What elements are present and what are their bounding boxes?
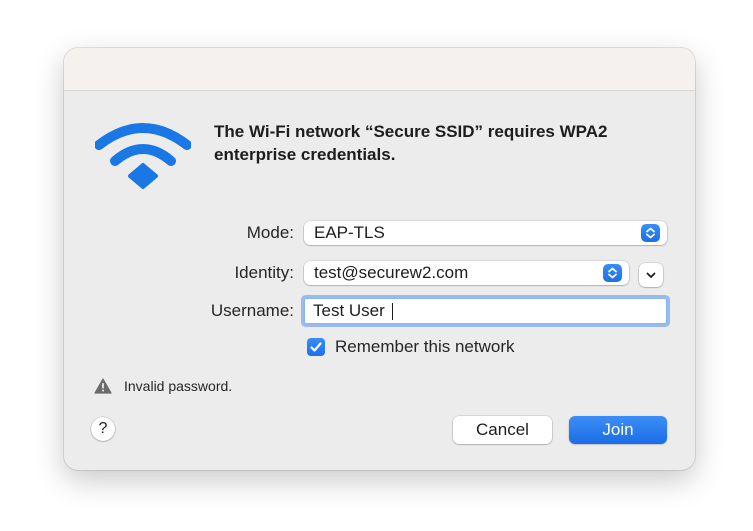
wifi-credentials-dialog: The Wi-Fi network “Secure SSID” requires… — [64, 48, 695, 470]
username-label: Username: — [210, 301, 294, 320]
mode-select[interactable]: EAP-TLS — [304, 221, 667, 245]
mode-select-value: EAP-TLS — [314, 223, 385, 242]
message-line-2: enterprise credentials. — [214, 145, 396, 164]
select-stepper-icon — [603, 264, 622, 282]
cancel-button[interactable]: Cancel — [453, 416, 552, 444]
remember-network-checkbox[interactable] — [307, 338, 325, 356]
identity-label: Identity: — [234, 263, 294, 282]
screen: The Wi-Fi network “Secure SSID” requires… — [0, 0, 753, 531]
remember-network-label[interactable]: Remember this network — [335, 335, 515, 359]
select-stepper-icon — [641, 224, 660, 242]
checkmark-icon — [310, 342, 322, 352]
identity-select-value: test@securew2.com — [314, 263, 469, 282]
message-line-1: The Wi-Fi network “Secure SSID” requires… — [214, 122, 608, 141]
join-button[interactable]: Join — [569, 416, 667, 444]
chevron-down-icon — [646, 272, 656, 278]
help-button[interactable]: ? — [91, 417, 115, 441]
identity-select[interactable]: test@securew2.com — [304, 261, 629, 285]
dialog-message: The Wi-Fi network “Secure SSID” requires… — [214, 120, 684, 166]
username-field-value: Test User — [313, 301, 385, 320]
text-caret — [392, 303, 393, 320]
warning-triangle-icon — [94, 378, 112, 394]
mode-label: Mode: — [246, 223, 294, 242]
identity-options-button[interactable] — [639, 263, 663, 287]
warning-text: Invalid password. — [124, 378, 233, 394]
wifi-icon — [94, 121, 192, 193]
dialog-titlebar — [64, 48, 695, 91]
username-field[interactable]: Test User — [304, 298, 667, 324]
